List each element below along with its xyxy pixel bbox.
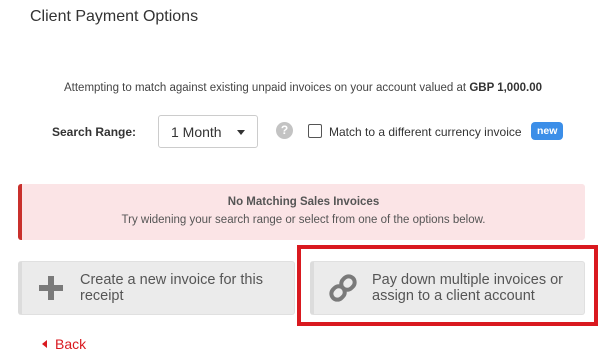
page-title: Client Payment Options [30,8,199,25]
search-range-value: 1 Month [171,123,222,140]
create-invoice-option[interactable]: Create a new invoice for this receipt [18,261,295,315]
alert-title: No Matching Sales Invoices [227,196,380,208]
match-info-text: Attempting to match against existing unp… [0,82,606,94]
alert-text: Try widening your search range or select… [121,214,486,226]
search-range-label: Search Range: [52,125,137,139]
plus-icon [22,275,80,301]
search-range-select[interactable]: 1 Month [158,115,258,148]
currency-match-label[interactable]: Match to a different currency invoice [329,125,522,139]
match-info-prefix: Attempting to match against existing unp… [64,82,467,94]
back-label: Back [55,336,87,352]
pay-down-invoices-label: Pay down multiple invoices or assign to … [372,272,564,304]
match-info-amount: GBP 1,000.00 [469,82,542,94]
back-link[interactable]: Back [42,336,86,352]
currency-match-checkbox[interactable] [308,124,322,138]
pay-down-invoices-option[interactable]: Pay down multiple invoices or assign to … [310,261,585,315]
caret-down-icon [237,130,245,135]
chevron-left-icon [42,340,47,348]
create-invoice-label: Create a new invoice for this receipt [80,272,263,304]
no-match-alert: No Matching Sales Invoices Try widening … [18,184,585,240]
new-badge: new [531,122,564,140]
link-icon [314,273,372,303]
help-icon[interactable]: ? [276,122,293,139]
